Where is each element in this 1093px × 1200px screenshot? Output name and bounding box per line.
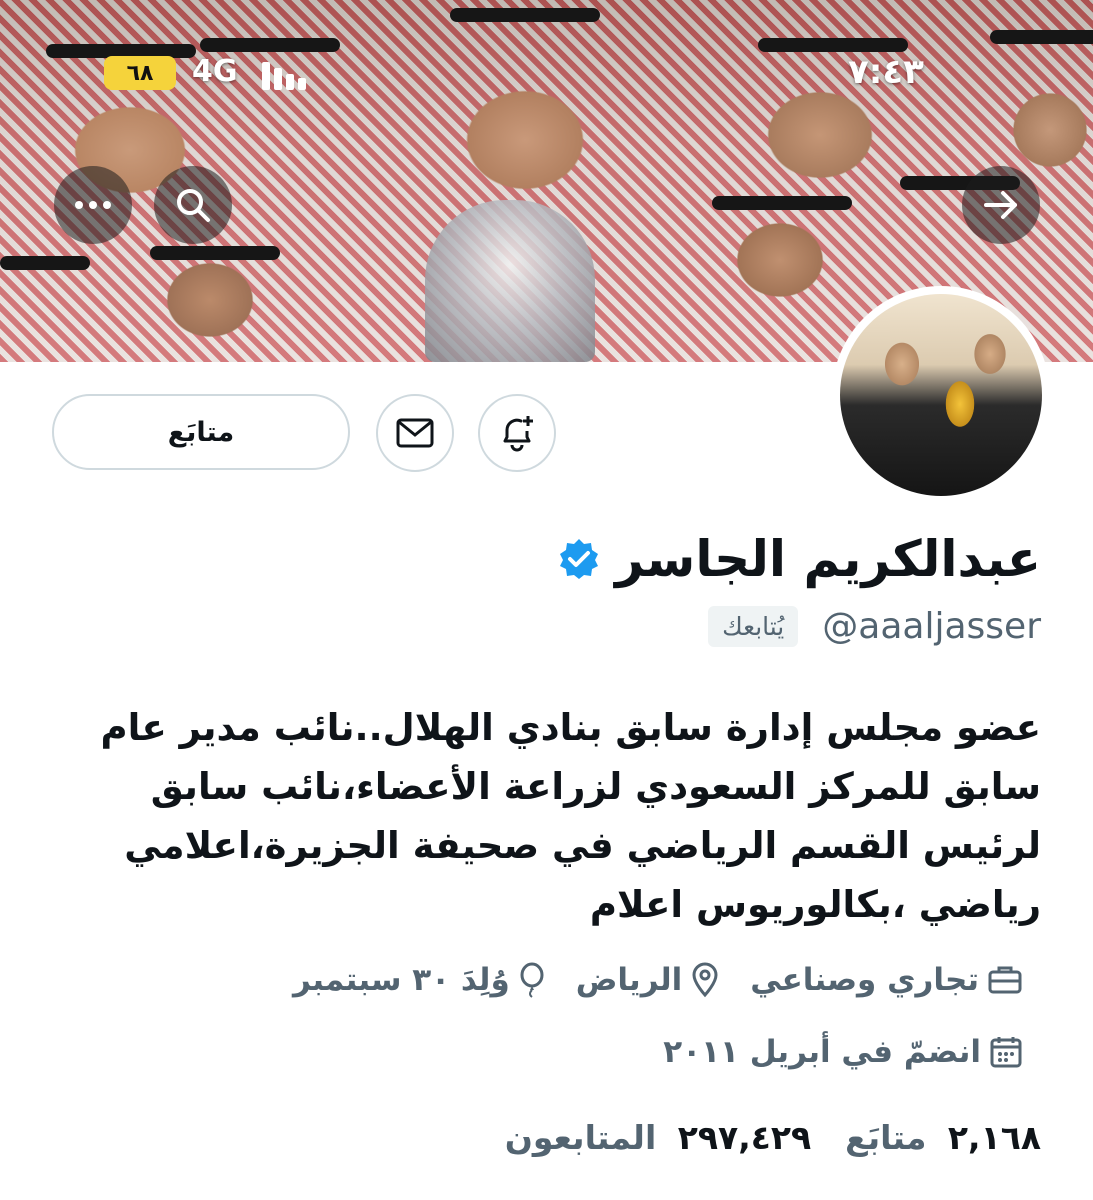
category-label: تجاري وصناعي bbox=[750, 962, 979, 998]
banner-decor bbox=[200, 38, 340, 52]
follows-you-badge: يُتابعك bbox=[708, 606, 799, 647]
following-button[interactable]: متابَع bbox=[52, 394, 350, 470]
following-count: ٢,١٦٨ bbox=[947, 1118, 1041, 1157]
banner-decor bbox=[0, 256, 90, 270]
trophy-image bbox=[425, 200, 595, 362]
following-stat[interactable]: ٢,١٦٨ متابَع bbox=[845, 1118, 1041, 1157]
following-label: متابَع bbox=[845, 1118, 927, 1157]
back-button[interactable] bbox=[962, 166, 1040, 244]
avatar-image bbox=[840, 294, 1042, 496]
balloon-icon bbox=[520, 962, 544, 998]
bell-plus-icon bbox=[503, 416, 533, 452]
banner-decor bbox=[712, 196, 852, 210]
birthday-label: وُلِدَ ٣٠ سبتمبر bbox=[292, 962, 510, 998]
display-name: عبدالكريم الجاسر bbox=[615, 530, 1041, 588]
more-button[interactable] bbox=[54, 166, 132, 244]
handle-row: @aaaljasser يُتابعك bbox=[708, 606, 1041, 647]
joined-label: انضمّ في أبريل ٢٠١١ bbox=[663, 1034, 981, 1070]
banner-decor bbox=[758, 38, 908, 52]
verified-icon bbox=[560, 539, 599, 579]
followers-label: المتابعون bbox=[504, 1118, 657, 1157]
search-button[interactable] bbox=[154, 166, 232, 244]
name-row: عبدالكريم الجاسر bbox=[557, 530, 1041, 588]
calendar-icon bbox=[990, 1037, 1022, 1068]
banner-decor bbox=[450, 8, 600, 22]
location-label: الرياض bbox=[575, 962, 683, 998]
network-type: 4G bbox=[192, 54, 238, 89]
mail-icon bbox=[396, 418, 434, 448]
clock: ٧:٤٣ bbox=[848, 52, 924, 92]
notifications-button[interactable] bbox=[478, 394, 556, 472]
followers-count: ٢٩٧,٤٢٩ bbox=[677, 1118, 812, 1157]
message-button[interactable] bbox=[376, 394, 454, 472]
birthday-item: وُلِدَ ٣٠ سبتمبر bbox=[293, 962, 546, 998]
location-item: الرياض bbox=[576, 962, 721, 998]
signal-icon bbox=[262, 62, 322, 90]
briefcase-icon bbox=[988, 966, 1022, 994]
banner-decor bbox=[150, 246, 280, 260]
joined-item: انضمّ في أبريل ٢٠١١ bbox=[663, 1034, 1023, 1070]
bio-text: عضو مجلس إدارة سابق بنادي الهلال..نائب م… bbox=[100, 706, 1041, 926]
battery-indicator: ٦٨ bbox=[104, 56, 176, 90]
category-item: تجاري وصناعي bbox=[750, 962, 1023, 998]
followers-stat[interactable]: ٢٩٧,٤٢٩ المتابعون bbox=[505, 1118, 811, 1157]
profile-meta-row: تجاري وصناعي الرياض وُلِدَ ٣٠ سبتمبر bbox=[293, 962, 1023, 998]
more-icon bbox=[75, 201, 111, 209]
follow-stats: ٢,١٦٨ متابَع ٢٩٧,٤٢٩ المتابعون bbox=[505, 1118, 1041, 1157]
username-handle: @aaaljasser bbox=[822, 606, 1041, 647]
profile-meta-row: انضمّ في أبريل ٢٠١١ bbox=[663, 1034, 1023, 1070]
arrow-icon bbox=[984, 191, 1017, 219]
avatar[interactable] bbox=[832, 286, 1050, 504]
search-icon bbox=[177, 189, 210, 222]
location-pin-icon bbox=[692, 962, 718, 998]
banner-decor bbox=[990, 30, 1093, 44]
